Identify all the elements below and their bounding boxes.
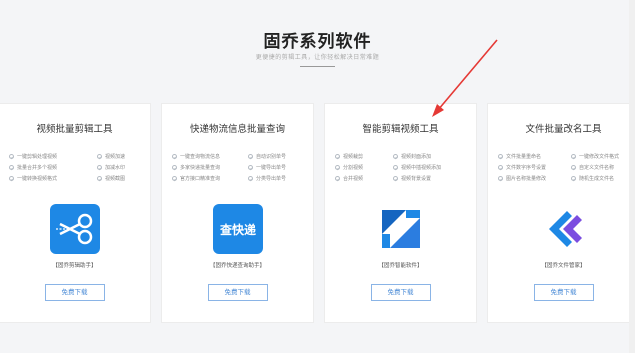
check-icon <box>97 154 102 159</box>
feature-item: 视频背景设置 <box>393 176 431 183</box>
express-logo-text: 查快递 <box>218 222 255 237</box>
page-title: 固乔系列软件 <box>263 32 372 52</box>
check-icon <box>335 176 340 181</box>
feature-item: 多家快递批量查询 <box>172 165 220 172</box>
check-icon <box>393 154 398 159</box>
check-icon <box>172 154 177 159</box>
express-icon: 查快递 <box>212 204 263 254</box>
feature-item: 随机生成文件名 <box>571 176 614 183</box>
check-icon <box>571 165 576 170</box>
check-icon <box>97 176 102 181</box>
check-icon <box>248 176 253 181</box>
card-title: 视频批量剪辑工具 <box>36 124 113 135</box>
feature-item: 一键导出单号 <box>248 165 286 172</box>
check-icon <box>9 176 14 181</box>
feature-item: 视频封面添加 <box>393 154 431 161</box>
check-icon <box>498 176 503 181</box>
check-icon <box>172 176 177 181</box>
title-underline <box>300 66 335 67</box>
download-button[interactable]: 免费下载 <box>44 284 105 301</box>
rename-icon <box>539 204 589 254</box>
check-icon <box>571 176 576 181</box>
check-icon <box>335 154 340 159</box>
feature-item: 官方接口精准查询 <box>172 176 220 183</box>
scrollbar[interactable] <box>629 0 635 353</box>
card-caption: 【固乔文件管家】 <box>541 263 586 269</box>
card-caption: 【固乔快递查询助手】 <box>209 263 265 269</box>
feature-item: 自动识别单号 <box>248 154 286 161</box>
check-icon <box>335 165 340 170</box>
check-icon <box>571 154 576 159</box>
crop-icon <box>376 204 426 254</box>
feature-item: 分类导出单号 <box>248 176 286 183</box>
card-caption: 【固乔智能软件】 <box>378 263 423 269</box>
feature-item: 自定义文件名称 <box>571 165 614 172</box>
feature-item: 视频裁剪 <box>335 154 363 161</box>
check-icon <box>172 165 177 170</box>
feature-item: 一键查询物流信息 <box>172 154 220 161</box>
feature-item: 批量合并多个视频 <box>9 165 57 172</box>
check-icon <box>248 165 253 170</box>
check-icon <box>393 176 398 181</box>
check-icon <box>97 165 102 170</box>
card-title: 文件批量改名工具 <box>525 124 602 135</box>
feature-item: 视频中插视频添加 <box>393 165 441 172</box>
feature-item: 一键剪辑处理视频 <box>9 154 57 161</box>
download-button[interactable]: 免费下载 <box>533 284 594 301</box>
feature-item: 视频截图 <box>97 176 125 183</box>
card-title: 智能剪辑视频工具 <box>362 124 439 135</box>
product-card-file-rename: 文件批量改名工具 文件批量重命名 文件数字序号设置 图片名称批量修改 一键修改文… <box>487 103 635 323</box>
page-subtitle: 更便捷的剪辑工具，让你轻松解决日常难题 <box>255 54 380 61</box>
check-icon <box>498 154 503 159</box>
feature-item: 分割视频 <box>335 165 363 172</box>
feature-item: 加减水印 <box>97 165 125 172</box>
feature-item: 图片名称批量修改 <box>498 176 546 183</box>
feature-item: 文件批量重命名 <box>498 154 541 161</box>
check-icon <box>248 154 253 159</box>
card-title: 快递物流信息批量查询 <box>189 124 285 135</box>
check-icon <box>393 165 398 170</box>
feature-item: 视频加速 <box>97 154 125 161</box>
check-icon <box>9 154 14 159</box>
check-icon <box>9 165 14 170</box>
feature-item: 文件数字序号设置 <box>498 165 546 172</box>
product-card-smart-edit: 智能剪辑视频工具 视频裁剪 分割视频 合并视频 视频封面添加 视频中插视频添加 … <box>324 103 477 323</box>
header: 固乔系列软件 更便捷的剪辑工具，让你轻松解决日常难题 <box>0 0 635 90</box>
feature-item: 一键转换视频格式 <box>9 176 57 183</box>
check-icon <box>498 165 503 170</box>
scissors-icon <box>49 204 100 254</box>
feature-item: 一键修改文件格式 <box>571 154 619 161</box>
product-card-express: 快递物流信息批量查询 一键查询物流信息 多家快递批量查询 官方接口精准查询 自动… <box>161 103 314 323</box>
feature-item: 合并视频 <box>335 176 363 183</box>
product-card-video-batch: 视频批量剪辑工具 一键剪辑处理视频 批量合并多个视频 一键转换视频格式 视频加速… <box>0 103 151 323</box>
download-button[interactable]: 免费下载 <box>370 284 431 301</box>
card-caption: 【固乔剪辑助手】 <box>52 263 97 269</box>
download-button[interactable]: 免费下载 <box>207 284 268 301</box>
